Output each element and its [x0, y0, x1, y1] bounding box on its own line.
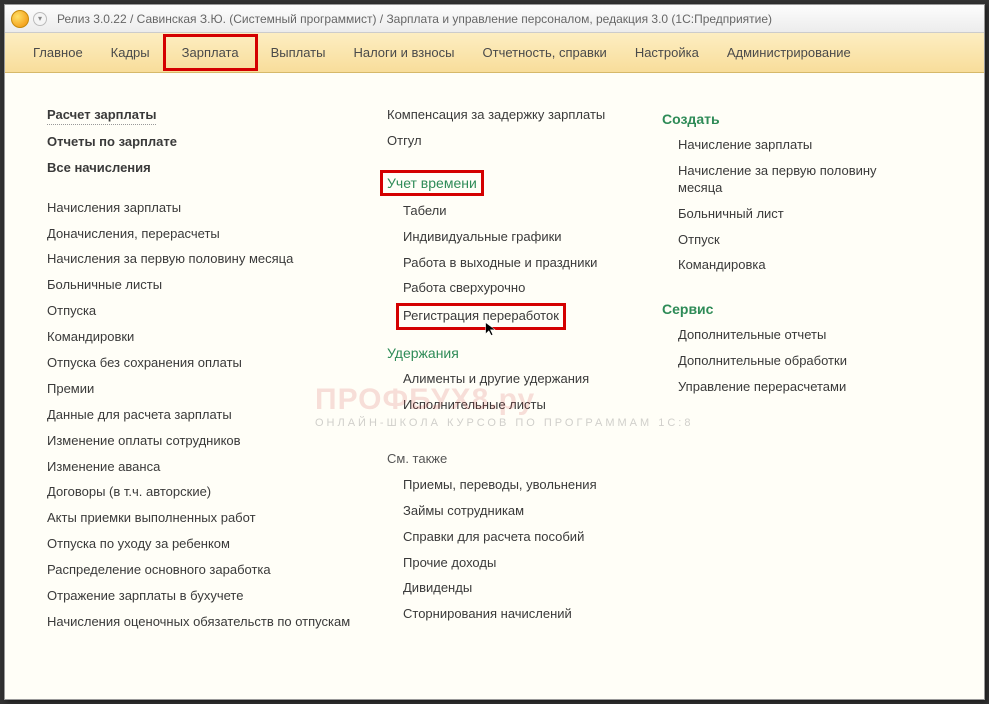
nav-personnel[interactable]: Кадры — [97, 37, 164, 68]
list-item[interactable]: Больничные листы — [47, 277, 387, 294]
list-item[interactable]: Начисления зарплаты — [47, 200, 387, 217]
list-item[interactable]: Начисления за первую половину месяца — [47, 251, 387, 268]
list-item[interactable]: Командировка — [662, 257, 922, 274]
list-item[interactable]: Начисление зарплаты — [662, 137, 922, 154]
column-right: Создать Начисление зарплаты Начисление з… — [662, 107, 922, 679]
column-left: Расчет зарплаты Отчеты по зарплате Все н… — [47, 107, 387, 679]
section-create[interactable]: Создать — [662, 111, 922, 127]
list-item[interactable]: Приемы, переводы, увольнения — [387, 477, 662, 494]
list-item[interactable]: Дополнительные обработки — [662, 353, 922, 370]
dropdown-icon[interactable]: ▾ — [33, 12, 47, 26]
list-item[interactable]: Прочие доходы — [387, 555, 662, 572]
list-item[interactable]: Данные для расчета зарплаты — [47, 407, 387, 424]
section-service[interactable]: Сервис — [662, 301, 922, 317]
list-item[interactable]: Отгул — [387, 133, 662, 150]
nav-salary[interactable]: Зарплата — [164, 35, 257, 70]
list-item[interactable]: Табели — [387, 203, 662, 220]
nav-settings[interactable]: Настройка — [621, 37, 713, 68]
highlight-overtime-reg: Регистрация переработок — [399, 306, 563, 327]
list-item[interactable]: Сторнирования начислений — [387, 606, 662, 623]
list-item[interactable]: Отпуска по уходу за ребенком — [47, 536, 387, 553]
app-window: ▾ Релиз 3.0.22 / Савинская З.Ю. (Системн… — [4, 4, 985, 700]
list-item[interactable]: Изменение аванса — [47, 459, 387, 476]
nav-taxes[interactable]: Налоги и взносы — [339, 37, 468, 68]
list-item[interactable]: Работа сверхурочно — [387, 280, 662, 297]
list-item[interactable]: Командировки — [47, 329, 387, 346]
list-item[interactable]: Акты приемки выполненных работ — [47, 510, 387, 527]
navbar: Главное Кадры Зарплата Выплаты Налоги и … — [5, 33, 984, 73]
section-see-also: См. также — [387, 451, 662, 468]
list-item[interactable]: Отпуска без сохранения оплаты — [47, 355, 387, 372]
link-salary-reports[interactable]: Отчеты по зарплате — [47, 134, 387, 151]
nav-admin[interactable]: Администрирование — [713, 37, 865, 68]
list-item[interactable]: Премии — [47, 381, 387, 398]
list-item[interactable]: Дивиденды — [387, 580, 662, 597]
list-item[interactable]: Начисление за первую половину месяца — [662, 163, 922, 197]
content-area: ПРОФБУХ8.ру ОНЛАЙН-ШКОЛА КУРСОВ ПО ПРОГР… — [5, 73, 984, 699]
list-item[interactable]: Работа в выходные и праздники — [387, 255, 662, 272]
list-item[interactable]: Индивидуальные графики — [387, 229, 662, 246]
highlight-time-section: Учет времени — [383, 173, 481, 193]
nav-main[interactable]: Главное — [19, 37, 97, 68]
list-item[interactable]: Алименты и другие удержания — [387, 371, 662, 388]
list-item[interactable]: Справки для расчета пособий — [387, 529, 662, 546]
list-item[interactable]: Распределение основного заработка — [47, 562, 387, 579]
list-item[interactable]: Отражение зарплаты в бухучете — [47, 588, 387, 605]
list-item[interactable]: Компенсация за задержку зарплаты — [387, 107, 662, 124]
app-logo-icon — [11, 10, 29, 28]
list-item[interactable]: Займы сотрудникам — [387, 503, 662, 520]
list-item[interactable]: Дополнительные отчеты — [662, 327, 922, 344]
list-item[interactable]: Договоры (в т.ч. авторские) — [47, 484, 387, 501]
list-item[interactable]: Исполнительные листы — [387, 397, 662, 414]
list-item[interactable]: Начисления оценочных обязательств по отп… — [47, 614, 387, 631]
titlebar: ▾ Релиз 3.0.22 / Савинская З.Ю. (Системн… — [5, 5, 984, 33]
list-item[interactable]: Доначисления, перерасчеты — [47, 226, 387, 243]
column-middle: Компенсация за задержку зарплаты Отгул У… — [387, 107, 662, 679]
list-item[interactable]: Изменение оплаты сотрудников — [47, 433, 387, 450]
list-item[interactable]: Управление перерасчетами — [662, 379, 922, 396]
list-item[interactable]: Отпуска — [47, 303, 387, 320]
nav-reports[interactable]: Отчетность, справки — [469, 37, 621, 68]
link-all-accruals[interactable]: Все начисления — [47, 160, 387, 177]
list-item[interactable]: Отпуск — [662, 232, 922, 249]
nav-payments[interactable]: Выплаты — [257, 37, 340, 68]
section-time-tracking[interactable]: Учет времени — [387, 175, 477, 191]
link-overtime-registration[interactable]: Регистрация переработок — [403, 308, 559, 323]
list-item[interactable]: Больничный лист — [662, 206, 922, 223]
section-deductions[interactable]: Удержания — [387, 345, 662, 361]
window-title: Релиз 3.0.22 / Савинская З.Ю. (Системный… — [57, 12, 772, 26]
link-calc-salary[interactable]: Расчет зарплаты — [47, 107, 156, 125]
